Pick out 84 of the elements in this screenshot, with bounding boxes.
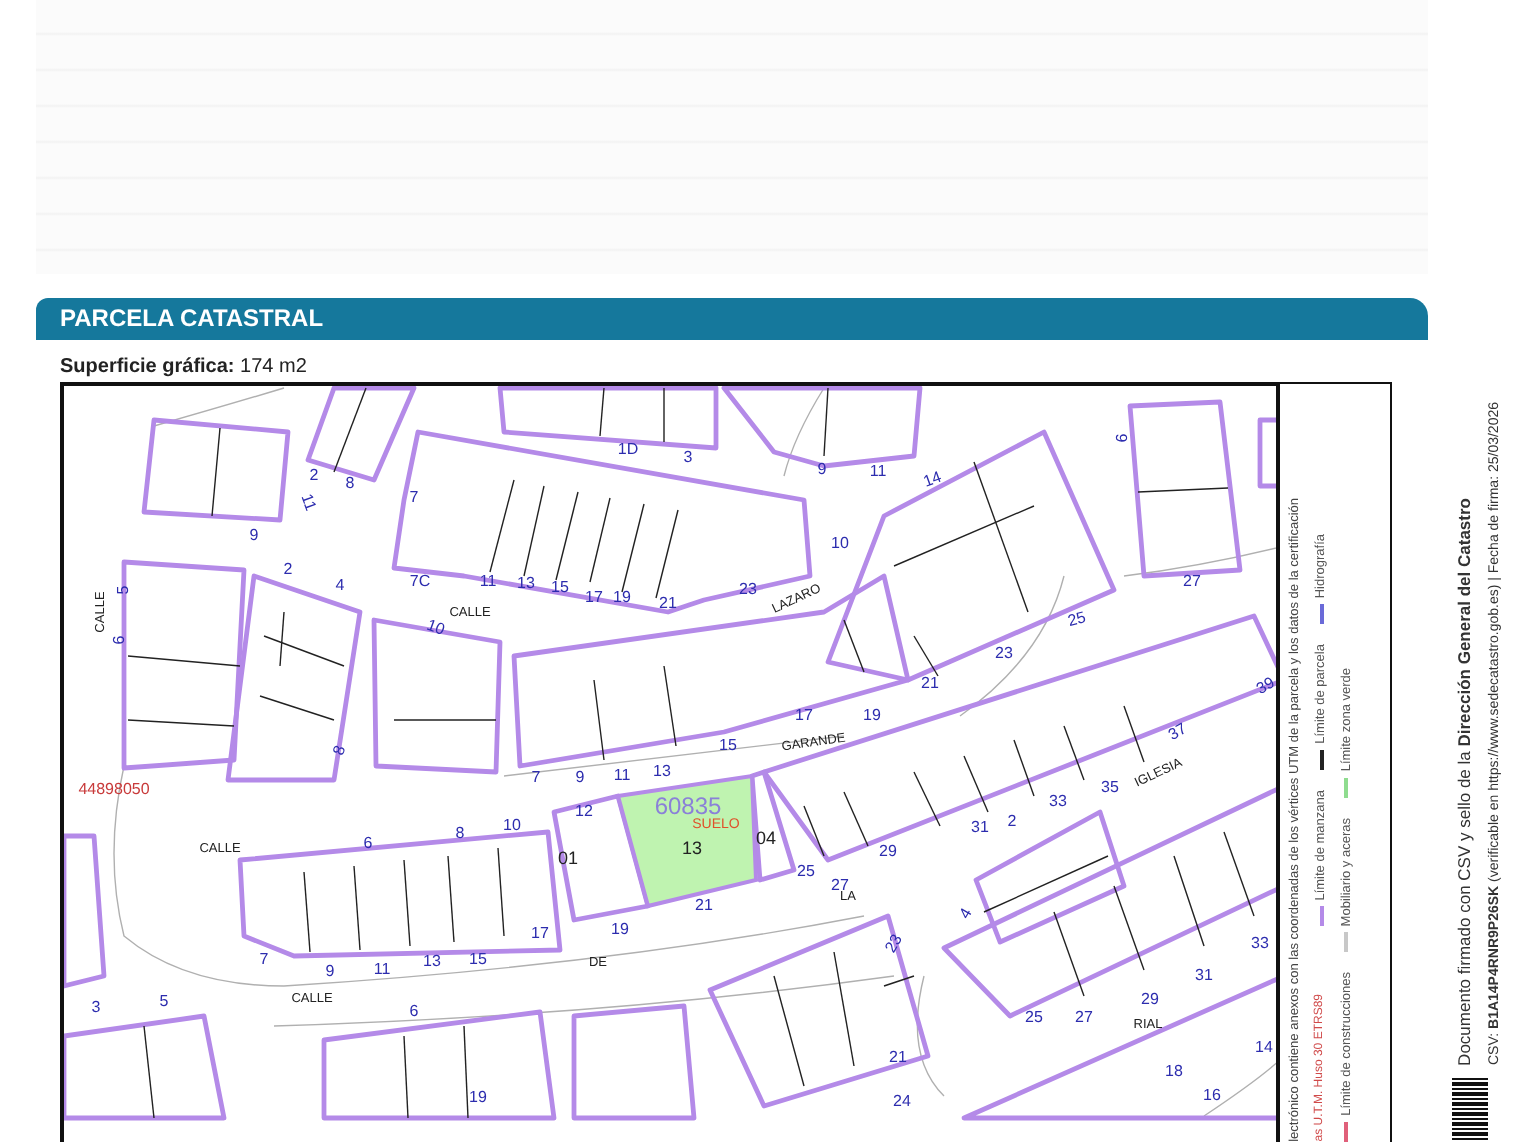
house-number: 19 bbox=[611, 920, 629, 938]
surface-area-text: Superficie gráfica: 174 m2 bbox=[58, 354, 309, 382]
house-number: 3 bbox=[683, 448, 693, 466]
house-number: 7C bbox=[409, 572, 431, 590]
house-number: 23 bbox=[739, 580, 757, 598]
house-number: 18 bbox=[1165, 1062, 1183, 1080]
house-number: 15 bbox=[469, 950, 487, 968]
house-number: 17 bbox=[585, 588, 603, 606]
parcel-number: 01 bbox=[558, 848, 578, 868]
house-number: 23 bbox=[995, 644, 1013, 662]
house-number: 19 bbox=[863, 706, 881, 724]
house-number: 21 bbox=[695, 896, 713, 914]
house-number: 16 bbox=[1203, 1086, 1221, 1104]
house-number: 14 bbox=[1255, 1038, 1273, 1056]
parcel-reference: 60835 bbox=[654, 792, 722, 820]
house-number: 17 bbox=[795, 706, 813, 724]
house-number: 9 bbox=[325, 962, 335, 980]
house-number: 9 bbox=[817, 460, 827, 478]
house-number: 25 bbox=[1065, 608, 1088, 631]
house-number: 31 bbox=[1195, 966, 1213, 984]
house-number: 11 bbox=[869, 462, 887, 480]
house-number: 8 bbox=[329, 743, 350, 758]
house-number: 2 bbox=[309, 466, 319, 484]
parcel-number: 13 bbox=[682, 838, 702, 858]
house-number: 11 bbox=[613, 766, 631, 784]
house-number: 19 bbox=[613, 588, 631, 606]
selected-parcel[interactable] bbox=[615, 773, 759, 909]
house-number: 6 bbox=[363, 834, 373, 852]
signature-text: Documento firmado con CSV y sello de la Dirección General del Catastro bbox=[1452, 498, 1476, 1066]
house-number: 23 bbox=[881, 931, 906, 956]
house-number: 13 bbox=[517, 574, 535, 592]
house-number: 25 bbox=[1025, 1008, 1043, 1026]
house-number: 2 bbox=[1007, 812, 1017, 830]
house-number: 4 bbox=[955, 905, 976, 922]
house-number: 8 bbox=[455, 824, 465, 842]
house-number: 7 bbox=[259, 950, 269, 968]
house-number: 7 bbox=[409, 488, 419, 506]
house-number: 25 bbox=[797, 862, 815, 880]
house-number: 13 bbox=[423, 952, 441, 970]
house-number: 24 bbox=[893, 1092, 911, 1110]
house-number: 4 bbox=[335, 576, 345, 594]
house-number: 10 bbox=[503, 816, 521, 834]
house-number: 27 bbox=[1075, 1008, 1093, 1026]
house-number: 9 bbox=[1112, 433, 1130, 443]
house-number: 10 bbox=[831, 534, 849, 552]
house-number: 8 bbox=[345, 474, 355, 492]
house-number: 11 bbox=[479, 572, 497, 590]
house-number: 27 bbox=[1183, 572, 1201, 590]
house-number: 33 bbox=[1251, 934, 1269, 952]
house-number: 39 bbox=[1253, 673, 1276, 698]
house-number: 15 bbox=[719, 736, 737, 754]
house-number: 17 bbox=[531, 924, 549, 942]
house-number: 10 bbox=[424, 615, 448, 639]
house-number: 5 bbox=[159, 992, 169, 1010]
house-number: 7 bbox=[531, 768, 541, 786]
house-number: 29 bbox=[1141, 990, 1159, 1008]
house-number: 21 bbox=[889, 1048, 907, 1066]
house-number: 21 bbox=[659, 594, 677, 612]
house-number: 35 bbox=[1101, 778, 1119, 796]
house-number: 27 bbox=[831, 876, 849, 894]
house-number: 1D bbox=[617, 440, 639, 458]
house-number: 37 bbox=[1165, 719, 1190, 744]
house-number: 2 bbox=[283, 560, 293, 578]
house-number: 19 bbox=[469, 1088, 487, 1106]
house-number: 14 bbox=[920, 467, 944, 491]
house-number: 29 bbox=[879, 842, 897, 860]
house-number: 6 bbox=[110, 635, 128, 645]
house-number: 11 bbox=[297, 491, 320, 514]
house-number: 9 bbox=[575, 768, 585, 786]
house-number: 15 bbox=[551, 578, 569, 596]
barcode-drawing bbox=[1452, 1078, 1488, 1142]
house-number: 11 bbox=[373, 960, 391, 978]
house-number: 31 bbox=[971, 818, 989, 836]
house-number: 9 bbox=[249, 526, 259, 544]
house-number: 6 bbox=[409, 1002, 419, 1020]
house-number: 33 bbox=[1049, 792, 1067, 810]
parcel-number: 04 bbox=[756, 828, 776, 848]
house-number: 3 bbox=[91, 998, 101, 1016]
coordinate-label: 44898050 bbox=[78, 780, 150, 798]
house-number: 5 bbox=[114, 585, 132, 595]
house-number: 21 bbox=[921, 674, 939, 692]
house-number: 12 bbox=[575, 802, 593, 820]
section-header: PARCELA CATASTRAL bbox=[36, 298, 1428, 340]
house-number: 13 bbox=[653, 762, 671, 780]
